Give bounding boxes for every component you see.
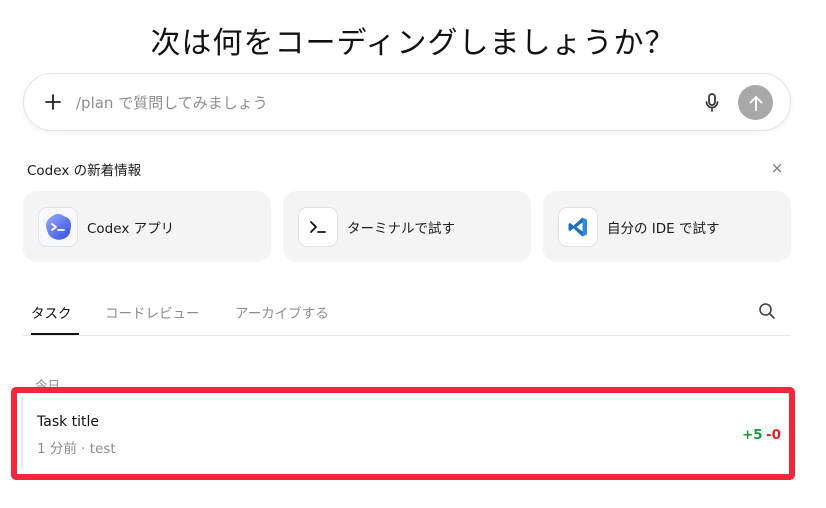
task-additions: +5 [742,427,763,443]
tab-tasks[interactable]: タスク [31,302,79,335]
card-codex-app[interactable]: Codex アプリ [23,191,271,262]
card-ide[interactable]: 自分の IDE で試す [543,191,791,262]
arrow-up-icon [749,95,762,111]
terminal-icon [298,206,338,247]
tab-code-review[interactable]: コードレビュー [105,302,200,335]
tab-archive[interactable]: アーカイブする [235,302,329,335]
codex-app-icon [38,206,78,247]
search-icon[interactable] [758,302,780,324]
task-meta: 1 分前 · test [37,441,116,457]
news-title: Codex の新着情報 [27,163,142,179]
news-cards: Codex アプリ ターミナルで試す 自分の IDE で試す [23,191,791,262]
prompt-input[interactable] [76,90,676,116]
microphone-icon[interactable] [700,91,724,115]
page-title: 次は何をコーディングしましょうか？ [150,26,676,61]
card-label: ターミナルで試す [347,220,455,237]
card-terminal[interactable]: ターミナルで試す [283,191,531,262]
send-button[interactable] [738,85,773,120]
prompt-composer [23,73,791,131]
close-icon[interactable]: × [769,159,785,177]
card-label: 自分の IDE で試す [607,220,720,237]
task-tabs: タスク コードレビュー アーカイブする [23,296,791,336]
task-row[interactable]: Task title 1 分前 · test +5 -0 [21,397,784,469]
task-deletions: -0 [766,427,781,443]
task-title: Task title [37,414,100,430]
plus-icon[interactable] [42,91,64,113]
vscode-icon [558,206,598,247]
card-label: Codex アプリ [87,220,175,237]
